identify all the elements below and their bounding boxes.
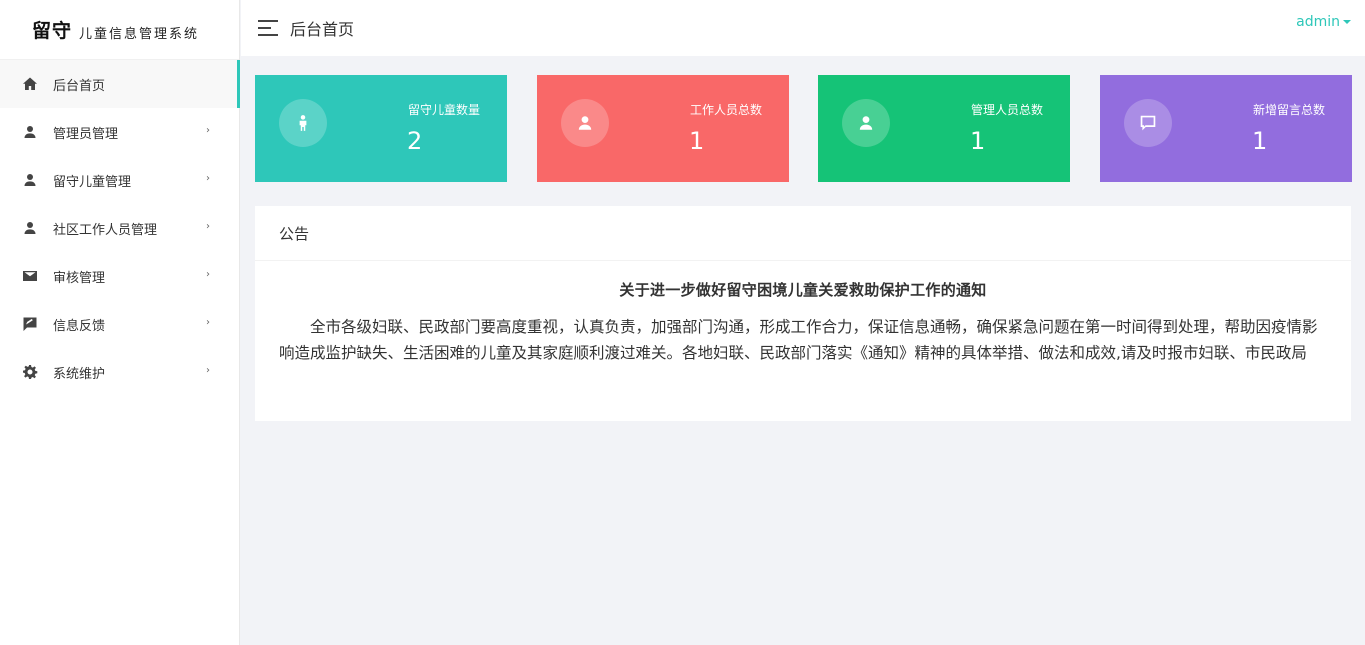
username: admin — [1296, 14, 1340, 30]
sidebar-item-label: 后台首页 — [53, 78, 106, 94]
stat-label: 新增留言总数 — [1253, 103, 1326, 117]
stat-card-managers: 管理人员总数 1 — [818, 75, 1070, 182]
sidebar-item-label: 管理员管理 — [53, 126, 119, 142]
sidebar-item-children-management[interactable]: 留守儿童管理 › — [0, 156, 239, 204]
chevron-right-icon: › — [206, 269, 210, 280]
stat-label: 留守儿童数量 — [408, 103, 481, 117]
chevron-right-icon: › — [206, 125, 210, 136]
mail-icon — [22, 268, 38, 284]
gear-icon — [22, 364, 38, 380]
sidebar-item-review-management[interactable]: 审核管理 › — [0, 252, 239, 300]
feedback-icon — [22, 316, 38, 332]
sidebar-item-label: 系统维护 — [53, 366, 106, 382]
child-icon — [279, 99, 327, 147]
page-title: 后台首页 — [290, 20, 355, 39]
chevron-right-icon: › — [206, 317, 210, 328]
stat-card-children: 留守儿童数量 2 — [255, 75, 507, 182]
chevron-right-icon: › — [206, 365, 210, 376]
chevron-right-icon: › — [206, 221, 210, 232]
stat-label: 管理人员总数 — [971, 103, 1044, 117]
logo-main-text: 留守 — [32, 20, 73, 42]
stat-card-messages: 新增留言总数 1 — [1100, 75, 1352, 182]
sidebar-item-label: 社区工作人员管理 — [53, 222, 158, 238]
stat-value: 1 — [689, 127, 705, 155]
user-icon — [842, 99, 890, 147]
notice-title: 关于进一步做好留守困境儿童关爱救助保护工作的通知 — [619, 281, 987, 299]
sidebar: 留守 儿童信息管理系统 后台首页 管理员管理 › 留守儿童管理 › 社区工作人员… — [0, 0, 240, 645]
user-icon — [22, 172, 38, 188]
caret-down-icon — [1343, 20, 1351, 24]
stat-value: 1 — [970, 127, 986, 155]
sidebar-item-dashboard[interactable]: 后台首页 — [0, 60, 240, 108]
user-icon — [22, 124, 38, 140]
sidebar-item-label: 审核管理 — [53, 270, 106, 286]
sidebar-item-feedback[interactable]: 信息反馈 › — [0, 300, 239, 348]
user-icon — [22, 220, 38, 236]
sidebar-item-system-maintenance[interactable]: 系统维护 › — [0, 348, 239, 396]
stat-label: 工作人员总数 — [690, 103, 763, 117]
sidebar-item-label: 留守儿童管理 — [53, 174, 132, 190]
sidebar-item-label: 信息反馈 — [53, 318, 106, 334]
stat-card-staff: 工作人员总数 1 — [537, 75, 789, 182]
chevron-right-icon: › — [206, 173, 210, 184]
user-menu[interactable]: admin — [1296, 14, 1351, 30]
stat-value: 1 — [1252, 127, 1268, 155]
top-header: 后台首页 admin — [241, 0, 1365, 56]
sidebar-item-admin-management[interactable]: 管理员管理 › — [0, 108, 239, 156]
sidebar-item-staff-management[interactable]: 社区工作人员管理 › — [0, 204, 239, 252]
stat-value: 2 — [407, 127, 423, 155]
home-icon — [22, 76, 38, 92]
logo[interactable]: 留守 儿童信息管理系统 — [0, 0, 239, 60]
message-icon — [1124, 99, 1172, 147]
logo-sub-text: 儿童信息管理系统 — [79, 27, 200, 42]
user-icon — [561, 99, 609, 147]
notice-heading: 公告 — [255, 206, 1351, 261]
sidebar-menu: 后台首页 管理员管理 › 留守儿童管理 › 社区工作人员管理 › 审核管理 › … — [0, 60, 240, 396]
menu-toggle-icon[interactable] — [258, 20, 278, 36]
notice-body: 全市各级妇联、民政部门要高度重视，认真负责，加强部门沟通，形成工作合力，保证信息… — [279, 318, 1318, 362]
notice-panel: 公告 关于进一步做好留守困境儿童关爱救助保护工作的通知 全市各级妇联、民政部门要… — [255, 206, 1351, 421]
